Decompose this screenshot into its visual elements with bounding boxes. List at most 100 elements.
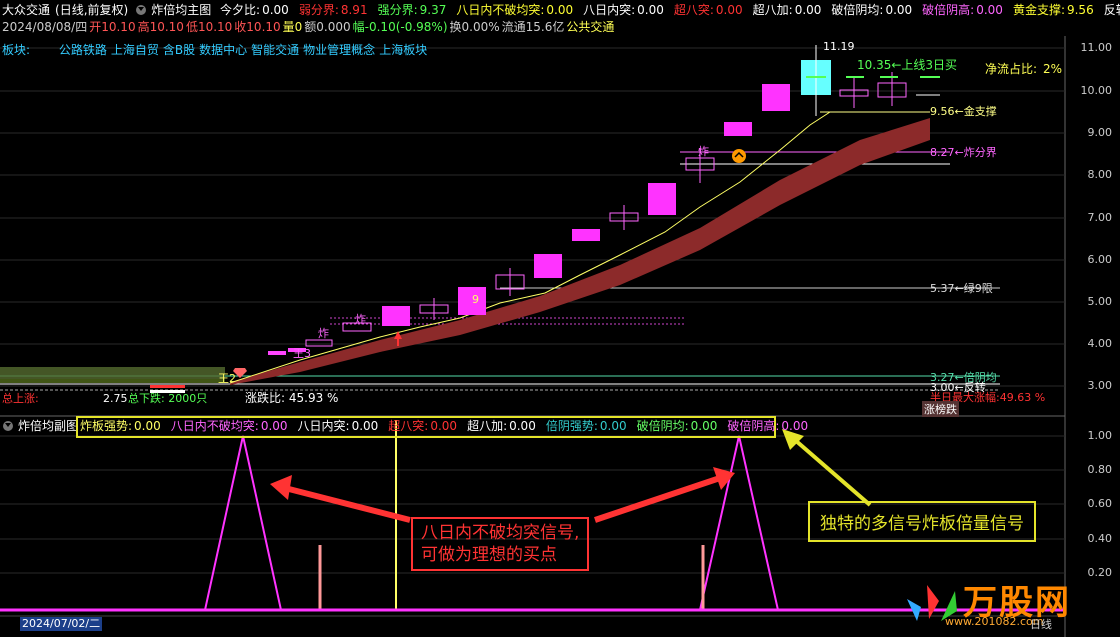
king3-mark: 王3 bbox=[293, 347, 311, 360]
sub-header-item: 超八突: 0.00 bbox=[388, 419, 462, 433]
header-item-label: 超八突: bbox=[673, 3, 714, 17]
sub-item-value: 0.00 bbox=[134, 419, 161, 433]
candle bbox=[534, 254, 562, 278]
explode-mark-3: 炸 bbox=[318, 327, 329, 340]
total-up-label: 总上涨: bbox=[2, 392, 39, 405]
quote-sector: 公共交通 bbox=[566, 20, 615, 34]
sub-item-label: 炸板强势: bbox=[80, 419, 133, 433]
main-axis-tick: 10.00 bbox=[1080, 84, 1113, 97]
stock-name[interactable]: 大众交通 bbox=[2, 3, 50, 17]
sector-tag[interactable]: 数据中心 bbox=[199, 43, 247, 57]
rise-fall-ratio: 涨跌比: 45.93 % bbox=[245, 389, 338, 406]
sub-item-value: 0.00 bbox=[690, 419, 718, 433]
upline-label: 10.35←上线3日买 bbox=[857, 58, 958, 72]
sector-tag[interactable]: 智能交通 bbox=[251, 43, 299, 57]
header-item-label: 超八加: bbox=[752, 3, 793, 17]
header-item: 八日内不破均突: 0.00 bbox=[456, 3, 578, 17]
flow-ratio-label: 净流占比: bbox=[985, 62, 1038, 76]
footer-date[interactable]: 2024/07/02/二 bbox=[20, 617, 103, 631]
sub-dropdown-circle-icon[interactable] bbox=[3, 421, 13, 431]
sector-items: 公路铁路 上海自贸 含B股 数据中心 智能交通 物业管理概念 上海板块 bbox=[59, 43, 431, 57]
header-item-label: 今夕比: bbox=[220, 3, 261, 17]
quote-vol: 量0 bbox=[282, 20, 303, 34]
sector-tag[interactable]: 物业管理概念 bbox=[303, 43, 375, 57]
candle bbox=[382, 306, 410, 326]
ma-ribbon bbox=[230, 118, 930, 385]
header-item-value: 0.00 bbox=[885, 3, 913, 17]
footer-period[interactable]: 日线 bbox=[1030, 616, 1052, 632]
quote-high: 高10.10 bbox=[137, 20, 184, 34]
explode-split-label: 8.27←炸分界 bbox=[930, 146, 997, 159]
candle bbox=[648, 183, 676, 215]
sector-row: 板块: 公路铁路 上海自贸 含B股 数据中心 智能交通 物业管理概念 上海板块 bbox=[2, 42, 436, 58]
header-row: 大众交通 (日线,前复权) 炸倍均主图 今夕比: 0.00 弱分界: 8.91 强分界: 9.… bbox=[2, 2, 1120, 18]
signal-circle-icon bbox=[732, 149, 746, 163]
sub-axis-tick: 1.00 bbox=[1087, 429, 1113, 442]
total-down-value: 2000只 bbox=[168, 392, 208, 405]
sub-axis-tick: 0.20 bbox=[1087, 566, 1113, 579]
header-item: 弱分界: 8.91 bbox=[299, 3, 373, 17]
sub-header-item: 八日内不破均突: 0.00 bbox=[171, 419, 293, 433]
main-axis-tick: 11.00 bbox=[1080, 41, 1113, 54]
quote-change: 幅-0.10(-0.98%) bbox=[352, 20, 448, 34]
flow-ratio-value: 2% bbox=[1043, 62, 1063, 76]
total-down-label: 总下跌: bbox=[128, 392, 165, 405]
callout-right-box: 独特的多信号炸板倍量信号 bbox=[808, 501, 1036, 542]
sub-header-row: 炸倍均副图 bbox=[0, 418, 80, 434]
base-band-2 bbox=[0, 379, 225, 383]
period-label[interactable]: (日线,前复权) bbox=[55, 3, 128, 17]
header-item: 八日内突: 0.00 bbox=[583, 3, 669, 17]
sub-indicator-name[interactable]: 炸倍均副图 bbox=[18, 419, 78, 433]
sub-axis-tick: 0.60 bbox=[1087, 497, 1113, 510]
header-item-value: 0.00 bbox=[637, 3, 664, 17]
sub-header-item: 八日内突: 0.00 bbox=[298, 419, 384, 433]
sub-item-label: 破倍阴均: bbox=[636, 419, 689, 433]
flow-ratio: 净流占比: 2% bbox=[985, 60, 1062, 77]
sub-item-value: 0.00 bbox=[351, 419, 379, 433]
sub-item-value: 0.00 bbox=[260, 419, 288, 433]
limit-board-button[interactable]: 涨榜跌 bbox=[922, 401, 959, 417]
header-item: 黄金支撑: 9.56 bbox=[1013, 3, 1099, 17]
dropdown-circle-icon[interactable] bbox=[136, 5, 147, 15]
green-limit-label: 5.37←绿9限 bbox=[930, 282, 993, 295]
header-items: 今夕比: 0.00 弱分界: 8.91 强分界: 9.37 八日内不破均突: 0.00 八日内突… bbox=[220, 3, 1120, 17]
sector-tag[interactable]: 含B股 bbox=[163, 43, 195, 57]
sector-tag[interactable]: 公路铁路 bbox=[59, 43, 107, 57]
sub-item-label: 八日内不破均突: bbox=[170, 419, 259, 433]
brand-url: www.201082.com bbox=[945, 615, 1044, 628]
low-price-label: 2.75 bbox=[103, 392, 128, 405]
sector-tag[interactable]: 上海板块 bbox=[379, 43, 427, 57]
sub-axis-tick: 0.40 bbox=[1087, 532, 1113, 545]
base-band bbox=[0, 367, 225, 379]
gold-support-label: 9.56←金支撑 bbox=[930, 105, 997, 118]
main-axis-tick: 9.00 bbox=[1087, 126, 1113, 139]
sub-item-value: 0.00 bbox=[781, 419, 809, 433]
quote-close: 收10.10 bbox=[234, 20, 281, 34]
main-axis-tick: 8.00 bbox=[1087, 168, 1113, 181]
sub-item-value: 0.00 bbox=[509, 419, 536, 433]
header-item: 破倍阴均: 0.00 bbox=[831, 3, 917, 17]
sub-header-items: 炸板强势: 0.00 八日内不破均突: 0.00 八日内突: 0.00 超八突: 0.00 超八… bbox=[80, 418, 818, 434]
sub-item-label: 超八加: bbox=[467, 419, 508, 433]
main-axis-tick: 4.00 bbox=[1087, 337, 1113, 350]
sector-tag[interactable]: 上海自贸 bbox=[111, 43, 159, 57]
header-item: 反转 bbox=[1104, 3, 1120, 17]
explode-mark-1: 炸 bbox=[698, 145, 709, 158]
indicator-name[interactable]: 炸倍均主图 bbox=[151, 3, 211, 17]
header-item-value: 0.00 bbox=[976, 3, 1003, 17]
sub-item-label: 八日内突: bbox=[297, 419, 350, 433]
header-item: 破倍阴高: 0.00 bbox=[922, 3, 1008, 17]
quote-float: 流通15.6亿 bbox=[501, 20, 565, 34]
header-item: 强分界: 9.37 bbox=[378, 3, 452, 17]
sub-item-label: 超八突: bbox=[388, 419, 429, 433]
sub-header-item: 超八加: 0.00 bbox=[467, 419, 541, 433]
header-item-value: 8.91 bbox=[340, 3, 368, 17]
main-axis-tick: 6.00 bbox=[1087, 253, 1113, 266]
candle bbox=[724, 122, 752, 136]
rise-fall-value: 45.93 % bbox=[288, 391, 339, 405]
main-axis-tick: 7.00 bbox=[1087, 211, 1113, 224]
high-price-label: 11.19 bbox=[823, 40, 855, 53]
header-item-value: 0.00 bbox=[262, 3, 289, 17]
header-item-label: 八日内不破均突: bbox=[456, 3, 545, 17]
callout-left-box: 八日内不破均突信号, 可做为理想的买点 bbox=[411, 517, 590, 571]
